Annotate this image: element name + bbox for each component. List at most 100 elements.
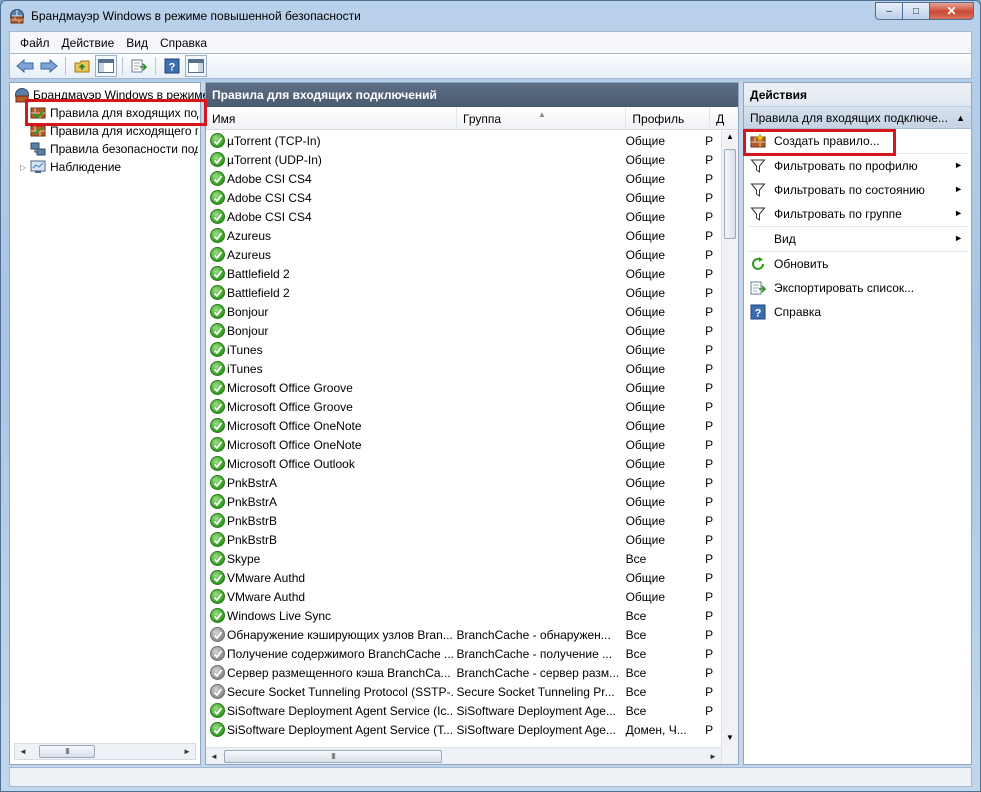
up-folder-icon[interactable]: [71, 55, 93, 77]
action-item-8[interactable]: ? Справка: [744, 300, 971, 324]
menu-view[interactable]: Вид: [120, 36, 154, 50]
rule-name: PnkBstrB: [227, 532, 278, 547]
table-row[interactable]: Windows Live Sync Все Р: [206, 606, 721, 625]
scroll-left-icon[interactable]: ◄: [15, 744, 31, 759]
scroll-thumb[interactable]: III: [39, 745, 95, 758]
rule-name-cell: PnkBstrB: [206, 532, 453, 547]
tree-horizontal-scrollbar[interactable]: ◄ III ►: [14, 743, 196, 760]
menu-help[interactable]: Справка: [154, 36, 213, 50]
table-row[interactable]: Microsoft Office Outlook Общие Р: [206, 454, 721, 473]
rule-name: Battlefield 2: [227, 266, 290, 281]
table-row[interactable]: µTorrent (TCP-In) Общие Р: [206, 131, 721, 150]
scroll-thumb[interactable]: III: [224, 749, 442, 763]
action-item-6[interactable]: Обновить: [744, 252, 971, 276]
rule-action: Р: [705, 513, 714, 528]
table-row[interactable]: Обнаружение кэширующих узлов Bran... Bran…: [206, 625, 721, 644]
scroll-left-icon[interactable]: ◄: [206, 749, 222, 764]
table-row[interactable]: PnkBstrB Общие Р: [206, 511, 721, 530]
action-item-1[interactable]: Создать правило...: [744, 129, 971, 153]
forward-icon[interactable]: [38, 55, 60, 77]
table-row[interactable]: Bonjour Общие Р: [206, 321, 721, 340]
expand-arrow-icon[interactable]: ▷: [20, 163, 30, 172]
rule-profile: Общие: [625, 456, 666, 471]
tree-item-connection-security[interactable]: Правила безопасности подключения: [30, 140, 198, 158]
table-row[interactable]: Secure Socket Tunneling Protocol (SSTP-.…: [206, 682, 721, 701]
action-item-7[interactable]: Экспортировать список...: [744, 276, 971, 300]
table-row[interactable]: Azureus Общие Р: [206, 226, 721, 245]
rule-action: Р: [705, 323, 714, 338]
table-row[interactable]: Adobe CSI CS4 Общие Р: [206, 207, 721, 226]
scroll-thumb[interactable]: [724, 149, 736, 239]
table-row[interactable]: Microsoft Office OneNote Общие Р: [206, 416, 721, 435]
firewall-icon: [9, 8, 25, 24]
minimize-button[interactable]: –: [875, 2, 902, 20]
collapse-arrow-icon[interactable]: ▲: [956, 113, 965, 123]
show-hide-action-pane-icon[interactable]: [185, 55, 207, 77]
menu-action[interactable]: Действие: [56, 36, 121, 50]
action-item-5[interactable]: Вид ►: [744, 227, 971, 251]
table-row[interactable]: Microsoft Office Groove Общие Р: [206, 378, 721, 397]
table-row[interactable]: Adobe CSI CS4 Общие Р: [206, 169, 721, 188]
show-hide-tree-icon[interactable]: [95, 55, 117, 77]
list-vertical-scrollbar[interactable]: ▲ ▼: [721, 131, 738, 764]
table-row[interactable]: Skype Все Р: [206, 549, 721, 568]
status-bar: [9, 767, 972, 787]
scroll-right-icon[interactable]: ►: [179, 744, 195, 759]
export-icon[interactable]: [128, 55, 150, 77]
table-row[interactable]: Adobe CSI CS4 Общие Р: [206, 188, 721, 207]
outbound-rules-icon: [30, 123, 46, 139]
rule-name: Microsoft Office Groove: [227, 399, 353, 414]
table-row[interactable]: PnkBstrB Общие Р: [206, 530, 721, 549]
rule-group: BranchCache - обнаружен...: [456, 627, 611, 642]
tree-item-monitoring[interactable]: ▷ Наблюдение: [20, 158, 121, 176]
rule-name-cell: Обнаружение кэширующих узлов Bran...: [206, 627, 453, 642]
table-row[interactable]: PnkBstrA Общие Р: [206, 473, 721, 492]
blank-icon: [750, 231, 766, 247]
table-row[interactable]: Battlefield 2 Общие Р: [206, 264, 721, 283]
table-row[interactable]: iTunes Общие Р: [206, 340, 721, 359]
table-row[interactable]: Сервер размещенного кэша BranchCa... Bran…: [206, 663, 721, 682]
column-header-profile[interactable]: Профиль: [626, 108, 711, 130]
rule-action: Р: [705, 152, 714, 167]
tree-item-inbound-rules[interactable]: Правила для входящих подключений: [30, 104, 198, 122]
table-row[interactable]: Microsoft Office OneNote Общие Р: [206, 435, 721, 454]
table-row[interactable]: Microsoft Office Groove Общие Р: [206, 397, 721, 416]
column-header-name[interactable]: Имя: [206, 108, 458, 130]
maximize-button[interactable]: □: [902, 2, 929, 20]
scroll-up-icon[interactable]: ▲: [722, 132, 738, 141]
action-item-3[interactable]: Фильтровать по состоянию ►: [744, 178, 971, 202]
list-horizontal-scrollbar[interactable]: ◄ III ►: [206, 747, 721, 764]
table-row[interactable]: Azureus Общие Р: [206, 245, 721, 264]
table-row[interactable]: VMware Authd Общие Р: [206, 587, 721, 606]
table-row[interactable]: µTorrent (UDP-In) Общие Р: [206, 150, 721, 169]
rule-name: PnkBstrB: [227, 513, 278, 528]
table-row[interactable]: Bonjour Общие Р: [206, 302, 721, 321]
rule-action: Р: [705, 304, 714, 319]
tree-item-outbound-rules[interactable]: Правила для исходящего подключения: [30, 122, 198, 140]
tree-item-label: Правила безопасности подключения: [50, 142, 198, 156]
scroll-right-icon[interactable]: ►: [705, 749, 721, 764]
filter-icon: [750, 158, 766, 174]
scroll-down-icon[interactable]: ▼: [722, 733, 738, 742]
rule-profile: Все: [625, 627, 647, 642]
rule-enabled-icon: [210, 570, 225, 585]
table-row[interactable]: VMware Authd Общие Р: [206, 568, 721, 587]
table-row[interactable]: SiSoftware Deployment Agent Service (T..…: [206, 720, 721, 739]
back-icon[interactable]: [14, 55, 36, 77]
help-icon[interactable]: ?: [161, 55, 183, 77]
table-row[interactable]: iTunes Общие Р: [206, 359, 721, 378]
rule-name-cell: Azureus: [206, 228, 453, 243]
menu-file[interactable]: Файл: [14, 36, 56, 50]
table-row[interactable]: SiSoftware Deployment Agent Service (Ic.…: [206, 701, 721, 720]
rule-name: Skype: [227, 551, 261, 566]
actions-section-header[interactable]: Правила для входящих подключе... ▲: [744, 107, 971, 129]
table-row[interactable]: Battlefield 2 Общие Р: [206, 283, 721, 302]
action-item-4[interactable]: Фильтровать по группе ►: [744, 202, 971, 226]
rule-profile: Общие: [625, 513, 666, 528]
action-item-2[interactable]: Фильтровать по профилю ►: [744, 154, 971, 178]
column-header-action[interactable]: Д: [710, 108, 738, 130]
table-row[interactable]: PnkBstrA Общие Р: [206, 492, 721, 511]
table-row[interactable]: Получение содержимого BranchCache ... Bra…: [206, 644, 721, 663]
close-button[interactable]: ✕: [929, 2, 974, 20]
title-bar[interactable]: Брандмауэр Windows в режиме повышенной б…: [1, 1, 980, 31]
